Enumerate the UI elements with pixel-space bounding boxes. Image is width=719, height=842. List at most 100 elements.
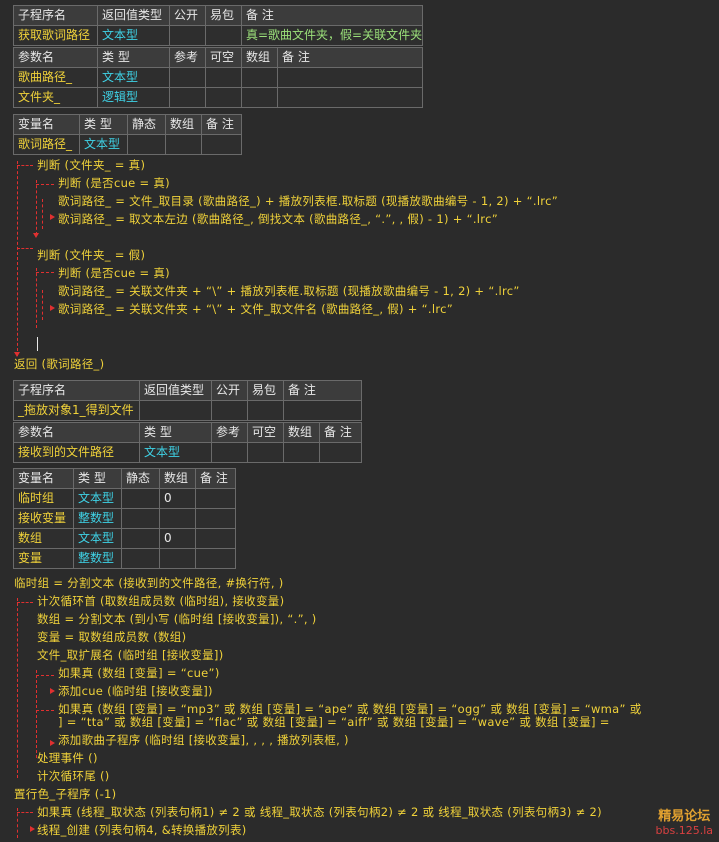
param-nullable-cell[interactable]	[205, 67, 242, 88]
var-static-cell[interactable]	[121, 528, 160, 549]
var-static-cell[interactable]	[121, 488, 160, 509]
var-name-cell[interactable]: 接收变量	[13, 508, 74, 529]
sub-name-cell[interactable]: 获取歌词路径	[13, 25, 98, 46]
var-static-cell[interactable]	[121, 508, 160, 529]
var-name-cell[interactable]: 数组	[13, 528, 74, 549]
code-line[interactable]: 添加歌曲子程序 (临时组 [接收变量], , , , 播放列表框, )	[58, 731, 349, 749]
var-array-cell[interactable]: 0	[159, 528, 196, 549]
watermark-title: 精易论坛	[658, 809, 711, 824]
var-note-cell[interactable]	[195, 528, 236, 549]
var-note-cell[interactable]	[195, 508, 236, 529]
code-line[interactable]: 如果真 (线程_取状态 (列表句柄1) ≠ 2 或 线程_取状态 (列表句柄2)…	[37, 803, 602, 821]
code-line[interactable]: 变量 = 取数组成员数 (数组)	[37, 628, 186, 646]
var-name-cell[interactable]: 歌词路径_	[13, 134, 80, 155]
var-row[interactable]: 临时组 文本型 0	[13, 488, 236, 509]
param-ref-cell[interactable]	[169, 67, 206, 88]
param-row[interactable]: 歌曲路径_ 文本型	[13, 67, 423, 88]
param-type-cell[interactable]: 文本型	[139, 442, 212, 463]
sub2-row[interactable]: _拖放对象1_得到文件	[13, 400, 362, 421]
var-name-cell[interactable]: 变量	[13, 548, 74, 569]
header-cell: 参数名	[13, 422, 140, 443]
code-line[interactable]: 处理事件 ()	[37, 749, 98, 767]
public-cell[interactable]	[169, 25, 206, 46]
var-note-cell[interactable]	[195, 548, 236, 569]
var-row[interactable]: 变量 整数型	[13, 548, 236, 569]
var-row[interactable]: 歌词路径_ 文本型	[13, 134, 242, 155]
var-row[interactable]: 数组 文本型 0	[13, 528, 236, 549]
param-note-cell[interactable]	[277, 87, 423, 108]
code-line[interactable]: 线程_创建 (列表句柄4, &转换播放列表)	[37, 821, 247, 839]
flow-line	[36, 180, 37, 235]
code-line[interactable]: 歌词路径_ = 文件_取目录 (歌曲路径_) + 播放列表框.取标题 (现播放歌…	[58, 192, 558, 210]
epackage-cell[interactable]	[205, 25, 242, 46]
param-type-cell[interactable]: 逻辑型	[97, 87, 170, 108]
code-line[interactable]: 歌词路径_ = 关联文件夹 + “\” + 播放列表框.取标题 (现播放歌曲编号…	[58, 282, 520, 300]
param-row[interactable]: 文件夹_ 逻辑型	[13, 87, 423, 108]
param-array-cell[interactable]	[241, 87, 278, 108]
code-line[interactable]: 判断 (文件夹_ = 真)	[37, 156, 145, 174]
param-name-cell[interactable]: 文件夹_	[13, 87, 98, 108]
code-line[interactable]: 文件_取扩展名 (临时组 [接收变量])	[37, 646, 224, 664]
flow-line	[36, 272, 54, 273]
var-array-cell[interactable]	[159, 548, 196, 569]
epackage-cell[interactable]	[247, 400, 284, 421]
note-cell[interactable]	[283, 400, 362, 421]
var-array-cell[interactable]	[159, 508, 196, 529]
code-line[interactable]: 判断 (文件夹_ = 假)	[37, 246, 145, 264]
code-line[interactable]: 如果真 (数组 [变量] = “cue”)	[58, 664, 220, 682]
param-ref-cell[interactable]	[169, 87, 206, 108]
code-line[interactable]: 计次循环首 (取数组成员数 (临时组), 接收变量)	[37, 592, 284, 610]
code-line[interactable]: 返回 (歌词路径_)	[14, 355, 104, 373]
var-array-cell[interactable]: 0	[159, 488, 196, 509]
param-name-cell[interactable]: 歌曲路径_	[13, 67, 98, 88]
var-static-cell[interactable]	[121, 548, 160, 569]
var-name-cell[interactable]: 临时组	[13, 488, 74, 509]
var-array-cell[interactable]	[165, 134, 202, 155]
param-array-cell[interactable]	[241, 67, 278, 88]
code-line[interactable]: 临时组 = 分割文本 (接收到的文件路径, #换行符, )	[14, 574, 284, 592]
param-array-cell[interactable]	[283, 442, 320, 463]
code-line[interactable]: 歌词路径_ = 取文本左边 (歌曲路径_, 倒找文本 (歌曲路径_, “.”, …	[58, 210, 498, 228]
var-type-cell[interactable]: 文本型	[73, 488, 122, 509]
header-cell: 类 型	[97, 47, 170, 68]
header-cell: 数组	[165, 114, 202, 135]
param-type-cell[interactable]: 文本型	[97, 67, 170, 88]
code-line[interactable]: 判断 (是否cue = 真)	[58, 174, 170, 192]
var-note-cell[interactable]	[201, 134, 242, 155]
public-cell[interactable]	[211, 400, 248, 421]
return-type-cell[interactable]: 文本型	[97, 25, 170, 46]
code-line[interactable]: 计次循环尾 ()	[37, 767, 110, 785]
var-row[interactable]: 接收变量 整数型	[13, 508, 236, 529]
code-line[interactable]: 置行色_子程序 (-1)	[14, 785, 116, 803]
param-nullable-cell[interactable]	[205, 87, 242, 108]
param-note-cell[interactable]	[319, 442, 362, 463]
param-nullable-cell[interactable]	[247, 442, 284, 463]
header-cell: 静态	[127, 114, 166, 135]
flow-line	[42, 290, 43, 320]
param-row[interactable]: 接收到的文件路径 文本型	[13, 442, 362, 463]
header-cell: 变量名	[13, 468, 74, 489]
code-line[interactable]: 判断 (是否cue = 真)	[58, 264, 170, 282]
code-line[interactable]: 数组 = 分割文本 (到小写 (临时组 [接收变量]), “.”, )	[37, 610, 317, 628]
var-static-cell[interactable]	[127, 134, 166, 155]
sub1-row[interactable]: 获取歌词路径 文本型 真=歌曲文件夹，假=关联文件夹	[13, 25, 423, 46]
var-type-cell[interactable]: 文本型	[79, 134, 128, 155]
code-line[interactable]: 歌词路径_ = 关联文件夹 + “\” + 文件_取文件名 (歌曲路径_, 假)…	[58, 300, 453, 318]
var-note-cell[interactable]	[195, 488, 236, 509]
header-cell: 数组	[241, 47, 278, 68]
header-cell: 类 型	[79, 114, 128, 135]
var-type-cell[interactable]: 整数型	[73, 548, 122, 569]
header-cell: 参数名	[13, 47, 98, 68]
text-cursor	[37, 337, 38, 351]
return-type-cell[interactable]	[139, 400, 212, 421]
param-ref-cell[interactable]	[211, 442, 248, 463]
note-cell[interactable]: 真=歌曲文件夹，假=关联文件夹	[241, 25, 423, 46]
code-line[interactable]: 添加cue (临时组 [接收变量])	[58, 682, 213, 700]
param-note-cell[interactable]	[277, 67, 423, 88]
code-line[interactable]: ] = “tta” 或 数组 [变量] = “flac” 或 数组 [变量] =…	[58, 713, 610, 731]
param-name-cell[interactable]: 接收到的文件路径	[13, 442, 140, 463]
sub-name-cell[interactable]: _拖放对象1_得到文件	[13, 400, 140, 421]
var-type-cell[interactable]: 整数型	[73, 508, 122, 529]
var-type-cell[interactable]: 文本型	[73, 528, 122, 549]
flow-line	[36, 710, 54, 711]
